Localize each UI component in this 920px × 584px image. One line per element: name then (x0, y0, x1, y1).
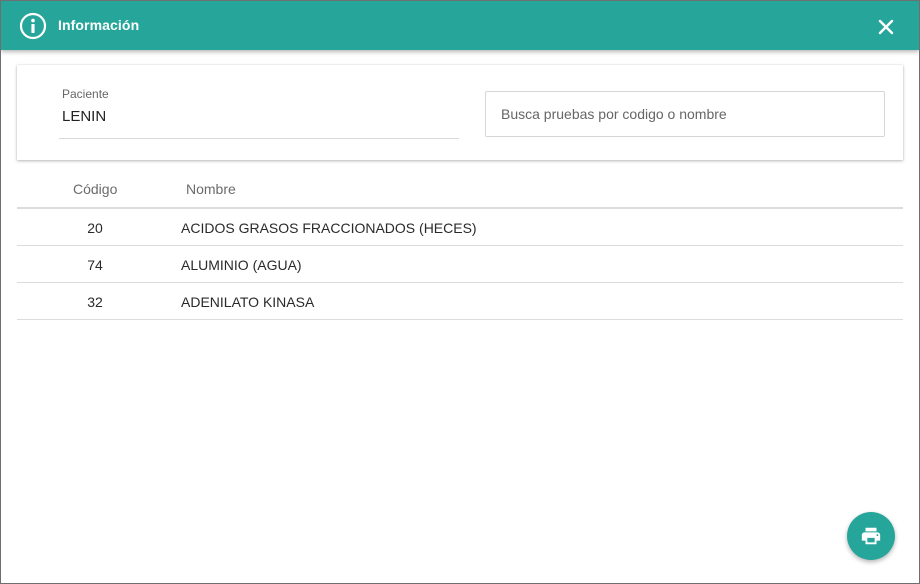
cell-code: 74 (87, 257, 103, 273)
patient-card: Paciente LENIN (17, 65, 903, 160)
cell-code: 32 (87, 294, 103, 310)
patient-value: LENIN (62, 108, 107, 125)
information-dialog: Información Paciente LENIN Código Nombre… (0, 0, 920, 584)
search-input[interactable] (486, 92, 884, 136)
table-row[interactable]: 20 ACIDOS GRASOS FRACCIONADOS (HECES) (17, 209, 903, 246)
column-header-name: Nombre (186, 181, 236, 197)
info-icon (19, 12, 47, 40)
column-header-code: Código (73, 181, 118, 197)
cell-name: ADENILATO KINASA (181, 294, 315, 310)
table-row[interactable]: 74 ALUMINIO (AGUA) (17, 246, 903, 283)
cell-name: ALUMINIO (AGUA) (181, 257, 302, 273)
table-header: Código Nombre (17, 171, 903, 209)
print-icon (861, 527, 881, 545)
close-icon[interactable] (875, 16, 897, 38)
table-row[interactable]: 32 ADENILATO KINASA (17, 283, 903, 320)
search-box (485, 91, 885, 137)
dialog-title: Información (58, 17, 140, 33)
print-button[interactable] (847, 512, 895, 560)
cell-code: 20 (87, 220, 103, 236)
cell-name: ACIDOS GRASOS FRACCIONADOS (HECES) (181, 220, 477, 236)
tests-table: Código Nombre 20 ACIDOS GRASOS FRACCIONA… (17, 171, 903, 320)
patient-label: Paciente (62, 87, 109, 101)
dialog-header: Información (1, 1, 919, 50)
patient-field: Paciente LENIN (59, 65, 459, 139)
